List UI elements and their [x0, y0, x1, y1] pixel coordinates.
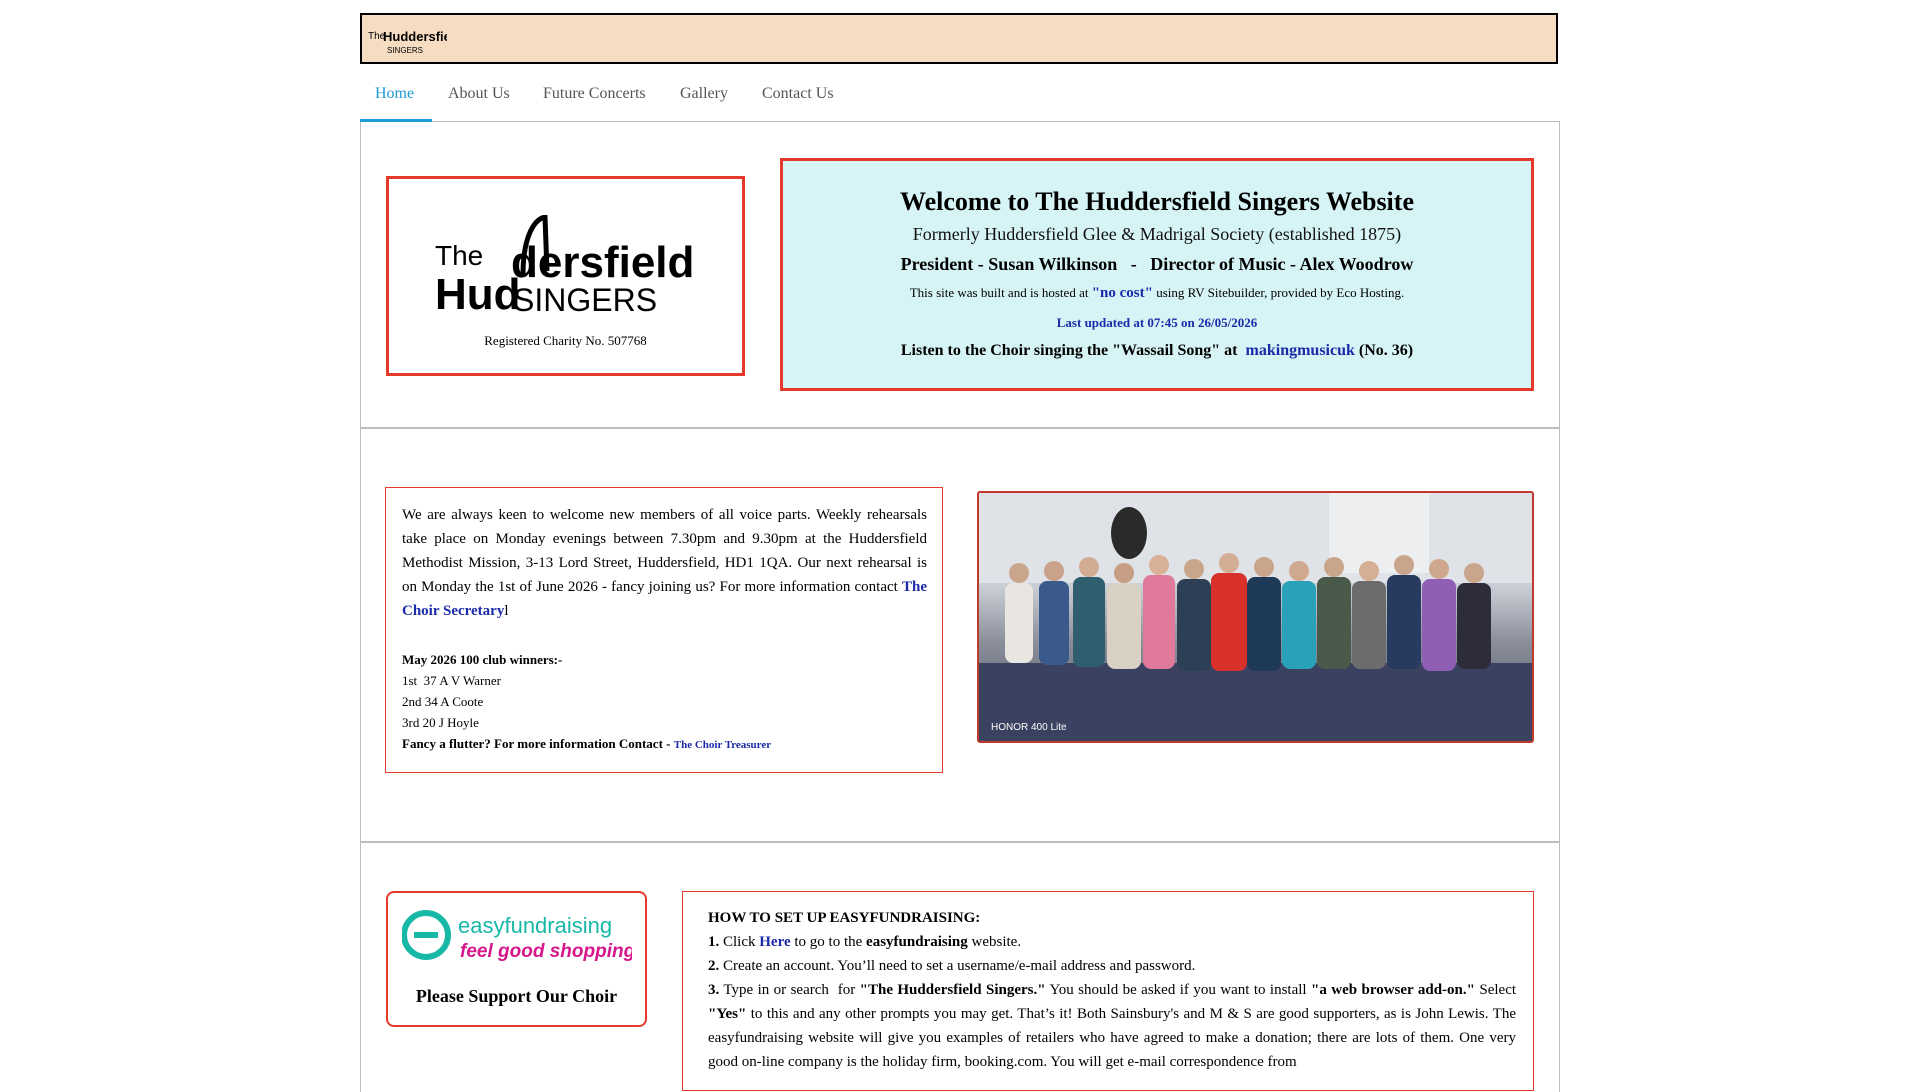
flutter-line: Fancy a flutter? For more information Co… — [402, 733, 927, 756]
how-to-step-1: 1. Click Here to go to the easyfundraisi… — [708, 934, 1022, 950]
nav-gallery[interactable]: Gallery — [680, 66, 728, 122]
photo-watermark: HONOR 400 Lite — [991, 722, 1067, 733]
how-to-heading: HOW TO SET UP EASYFUNDRAISING: — [708, 910, 981, 926]
svg-text:Hud: Hud — [435, 270, 521, 313]
support-caption: Please Support Our Choir — [415, 986, 618, 1006]
choir-treasurer-link[interactable]: The Choir Treasurer — [674, 739, 771, 751]
hosting-note-pre: This site was built and is hosted at — [909, 285, 1092, 300]
easyfundraising-here-link[interactable]: Here — [759, 934, 790, 950]
president-director-line: President - Susan Wilkinson - Director o… — [900, 254, 1414, 274]
winner-second: 2nd 34 A Coote — [402, 694, 484, 709]
logo-panel: The Hud dersfield SINGERS Registered Cha… — [386, 176, 745, 376]
section-divider — [360, 841, 1560, 843]
membership-panel: We are always keen to welcome new member… — [385, 487, 943, 773]
how-to-step-3: 3. Type in or search for "The Huddersfie… — [708, 982, 1517, 1070]
winner-first: 1st 37 A V Warner — [402, 673, 501, 688]
svg-text:feel good shopping: feel good shopping — [460, 941, 632, 962]
huddersfield-singers-logo: The Hud dersfield SINGERS — [435, 215, 694, 313]
easyfundraising-panel[interactable]: easyfundraising feel good shopping Pleas… — [386, 891, 647, 1027]
listen-pre: Listen to the Choir singing the "Wassail… — [900, 342, 1246, 359]
choir-photo: HONOR 400 Lite — [977, 491, 1534, 743]
svg-text:SINGERS: SINGERS — [513, 282, 657, 313]
main-nav: Home About Us Future Concerts Gallery Co… — [360, 66, 1560, 122]
welcome-title: Welcome to The Huddersfield Singers Webs… — [900, 187, 1414, 216]
listen-line: Listen to the Choir singing the "Wassail… — [783, 342, 1531, 360]
nav-future-concerts[interactable]: Future Concerts — [543, 66, 646, 122]
hundred-club-heading: May 2026 100 club winners:- — [402, 652, 563, 667]
easyfundraising-logo[interactable]: easyfundraising feel good shopping — [402, 907, 632, 965]
svg-text:The: The — [435, 240, 483, 271]
svg-text:easyfundraising: easyfundraising — [458, 913, 612, 938]
listen-post: (No. 36) — [1354, 342, 1414, 359]
membership-text: We are always keen to welcome new member… — [402, 503, 927, 623]
membership-tail: l — [504, 603, 509, 619]
hundred-club: May 2026 100 club winners:- 1st 37 A V W… — [402, 649, 927, 756]
makingmusicuk-link[interactable]: makingmusicuk — [1246, 342, 1355, 359]
winner-third: 3rd 20 J Hoyle — [402, 715, 479, 730]
last-updated: Last updated at 07:45 on 26/05/2026 — [1056, 315, 1258, 330]
svg-text:Huddersfield: Huddersfield — [383, 29, 447, 44]
svg-text:dersfield: dersfield — [511, 238, 694, 287]
hosting-note-post: using RV Sitebuilder, provided by Eco Ho… — [1152, 285, 1405, 300]
welcome-subtitle: Formerly Huddersfield Glee & Madrigal So… — [912, 224, 1402, 244]
site-logo-small[interactable]: The Huddersfield SINGERS — [367, 26, 447, 56]
nav-contact-us[interactable]: Contact Us — [762, 66, 834, 122]
page: The Huddersfield SINGERS Home About Us F… — [0, 0, 1920, 1092]
hosting-note: This site was built and is hosted at "no… — [783, 285, 1531, 302]
header-banner: The Huddersfield SINGERS — [360, 13, 1558, 64]
how-to-step-2: 2. Create an account. You’ll need to set… — [708, 958, 1196, 974]
nav-home[interactable]: Home — [375, 66, 414, 122]
charity-number: Registered Charity No. 507768 — [484, 333, 647, 348]
svg-text:SINGERS: SINGERS — [387, 46, 423, 55]
flutter-text: Fancy a flutter? For more information Co… — [402, 736, 674, 751]
section-divider — [360, 427, 1560, 429]
nav-about-us[interactable]: About Us — [448, 66, 510, 122]
how-to-panel: HOW TO SET UP EASYFUNDRAISING: 1. Click … — [682, 891, 1534, 1091]
membership-paragraph: We are always keen to welcome new member… — [402, 507, 927, 595]
welcome-panel: Welcome to The Huddersfield Singers Webs… — [780, 158, 1534, 391]
no-cost-text: "no cost" — [1091, 285, 1153, 301]
choir-photo-illustration — [979, 493, 1532, 741]
how-to-text: HOW TO SET UP EASYFUNDRAISING: 1. Click … — [708, 906, 1516, 1074]
